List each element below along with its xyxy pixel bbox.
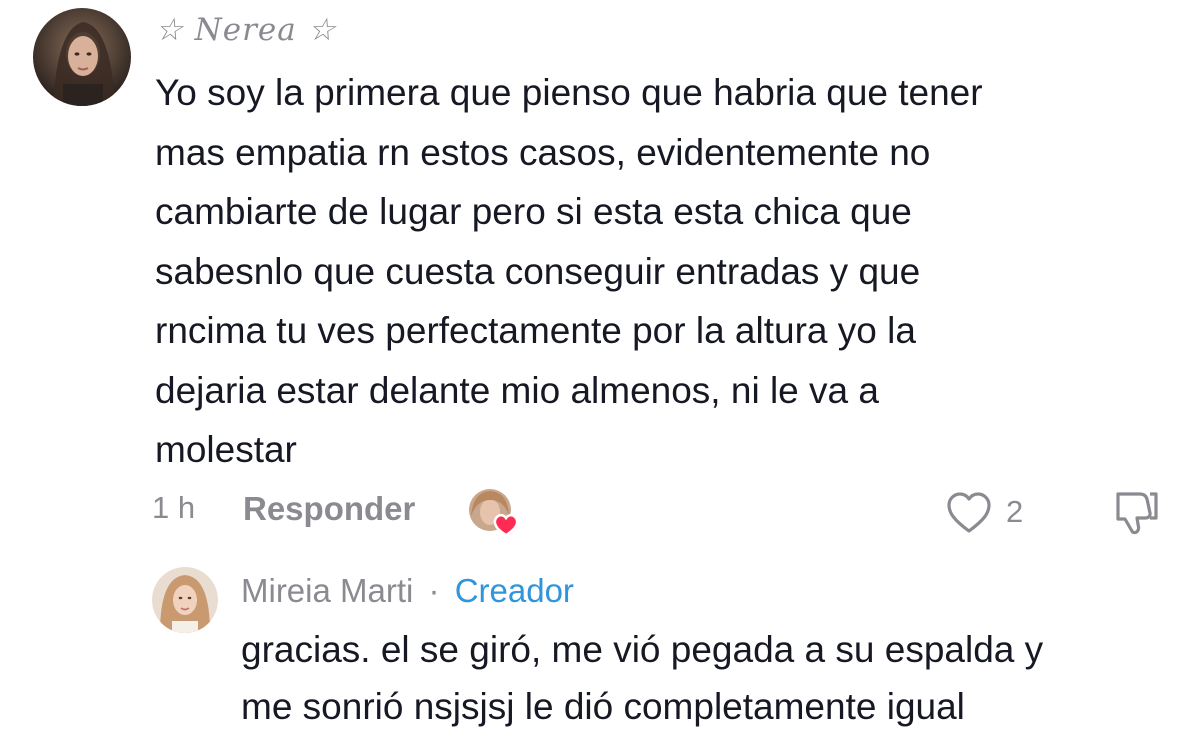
comment-text-line: Yo soy la primera que pienso que habria …	[155, 72, 983, 113]
name-separator: ·	[428, 572, 440, 609]
comment-text-line: dejaria estar delante mio almenos, ni le…	[155, 369, 879, 411]
avatar-photo-icon	[33, 8, 131, 106]
comment-text: Yo soy la primera que pienso que habria …	[155, 63, 1155, 480]
reply-text-line: gracias. el se giró, me vió pegada a su …	[241, 629, 1044, 670]
thumbs-down-icon[interactable]	[1110, 488, 1160, 536]
comment-text-line: cambiarte de lugar pero si esta esta chi…	[155, 191, 912, 232]
avatar-photo-icon	[152, 567, 218, 633]
heart-outline-icon[interactable]	[946, 491, 992, 535]
reply-text: gracias. el se giró, me vió pegada a su …	[241, 621, 1191, 735]
creator-liked-icon	[468, 488, 522, 537]
comment-text-line: sabesnlo que cuesta conseguir entradas y…	[155, 250, 921, 292]
comment-text-line: rncima tu ves perfectamente por la altur…	[155, 310, 916, 351]
creator-badge: Creador	[454, 572, 574, 609]
commenter-username[interactable]: ☆ Nerea ☆	[155, 12, 336, 48]
reply-author-username[interactable]: Mireia Marti	[241, 572, 413, 609]
comment-text-line: molestar	[155, 429, 297, 470]
reply-author-line: Mireia Marti · Creador	[241, 572, 574, 610]
comment-timestamp: 1 h	[152, 490, 196, 525]
reply-button[interactable]: Responder	[243, 490, 415, 528]
reply-text-line: me sonrió nsjsjsj le dió completamente i…	[241, 686, 965, 727]
comment-text-line: mas empatia rn estos casos, evidentement…	[155, 131, 931, 173]
reply-author-avatar[interactable]	[152, 567, 218, 633]
like-count: 2	[1006, 494, 1024, 529]
commenter-avatar[interactable]	[33, 8, 131, 106]
